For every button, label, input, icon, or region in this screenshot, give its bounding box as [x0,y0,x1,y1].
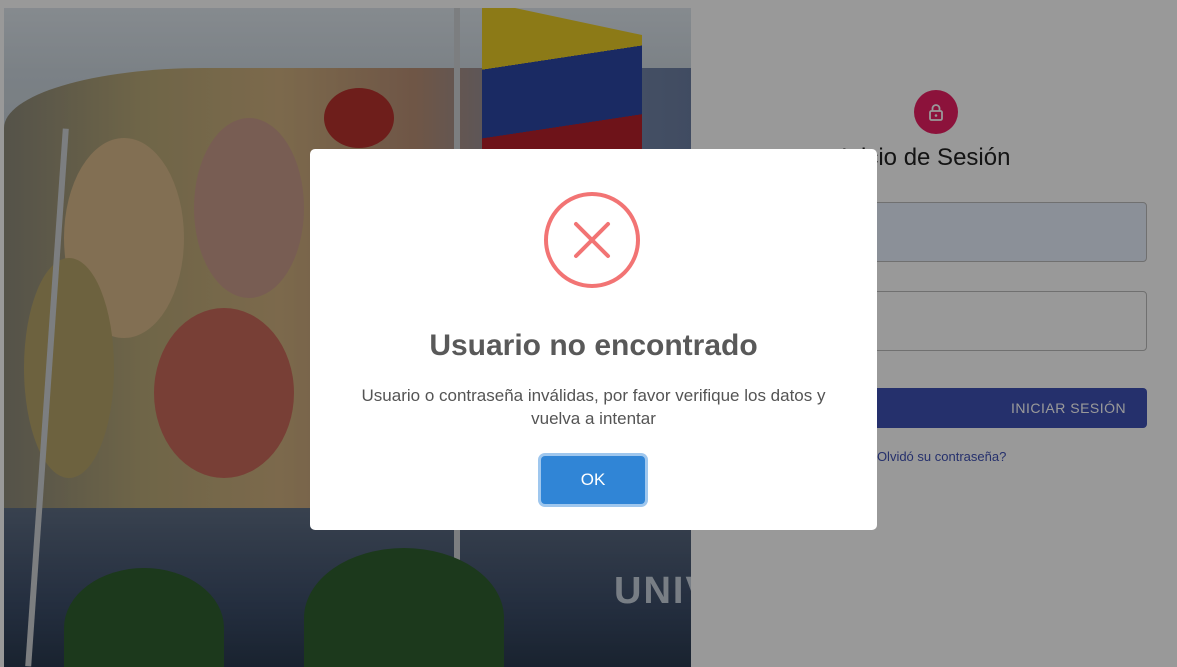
dialog-message: Usuario o contraseña inválidas, por favo… [361,386,826,428]
dialog-title: Usuario no encontrado [429,329,758,362]
error-x-icon [544,192,640,288]
alert-dialog: Usuario no encontrado Usuario o contrase… [310,149,877,530]
ok-button[interactable]: OK [541,456,645,504]
